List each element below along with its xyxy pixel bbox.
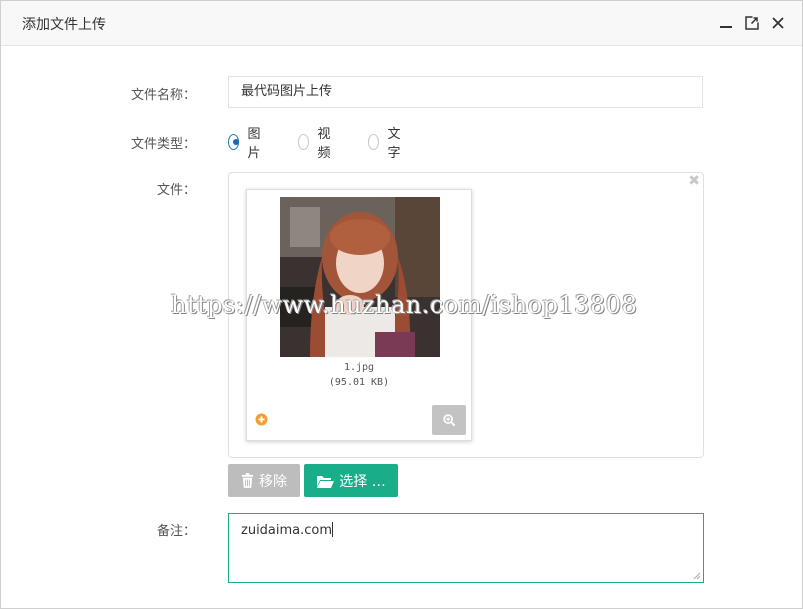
note-text: zuidaima.com <box>241 523 333 538</box>
radio-image-circle[interactable] <box>228 134 240 150</box>
file-type-label: 文件类型： <box>130 137 196 152</box>
radio-text[interactable]: 文字 <box>368 127 405 161</box>
file-size-text: (95.01 KB) <box>328 377 390 388</box>
radio-video-label: 视频 <box>317 127 331 161</box>
upload-dialog: 添加文件上传 文件名称： 最代码图片上传 文件类型： 图片 视频 文字 文件： … <box>0 0 803 609</box>
file-name-text: 1.jpg <box>343 362 375 373</box>
zoom-in-icon <box>442 413 455 426</box>
folder-open-icon <box>317 475 335 488</box>
file-preview-card: 1.jpg (95.01 KB) <box>246 189 472 441</box>
plus-circle-icon[interactable] <box>255 411 268 426</box>
select-file-button-label: 选择 … <box>339 473 386 490</box>
text-caret <box>332 522 334 537</box>
file-label: 文件： <box>156 183 196 198</box>
remove-button-label: 移除 <box>259 473 287 490</box>
remove-button[interactable]: 移除 <box>228 464 300 497</box>
dialog-titlebar: 添加文件上传 <box>1 1 802 46</box>
note-textarea[interactable]: zuidaima.com <box>228 513 704 583</box>
close-icon[interactable] <box>770 15 786 31</box>
zoom-button[interactable] <box>432 405 466 435</box>
resize-grip-icon[interactable] <box>693 572 701 580</box>
select-file-button[interactable]: 选择 … <box>304 464 398 497</box>
clear-upload-icon[interactable]: ✖ <box>688 174 700 188</box>
file-name-label: 文件名称： <box>130 88 196 103</box>
upload-drop-zone[interactable]: ✖ 1.jpg (95.01 KB) <box>228 172 704 458</box>
radio-image[interactable]: 图片 <box>228 127 265 161</box>
radio-image-label: 图片 <box>247 127 261 161</box>
radio-text-label: 文字 <box>387 127 401 161</box>
file-name-input[interactable]: 最代码图片上传 <box>228 76 703 108</box>
radio-video[interactable]: 视频 <box>298 127 335 161</box>
thumbnail-image <box>280 197 440 357</box>
trash-icon <box>241 473 254 488</box>
radio-text-circle[interactable] <box>368 134 380 150</box>
dialog-title: 添加文件上传 <box>22 17 106 33</box>
maximize-icon[interactable] <box>744 15 760 31</box>
radio-video-circle[interactable] <box>298 134 310 150</box>
note-label: 备注： <box>156 524 196 539</box>
minimize-icon[interactable] <box>718 15 734 31</box>
